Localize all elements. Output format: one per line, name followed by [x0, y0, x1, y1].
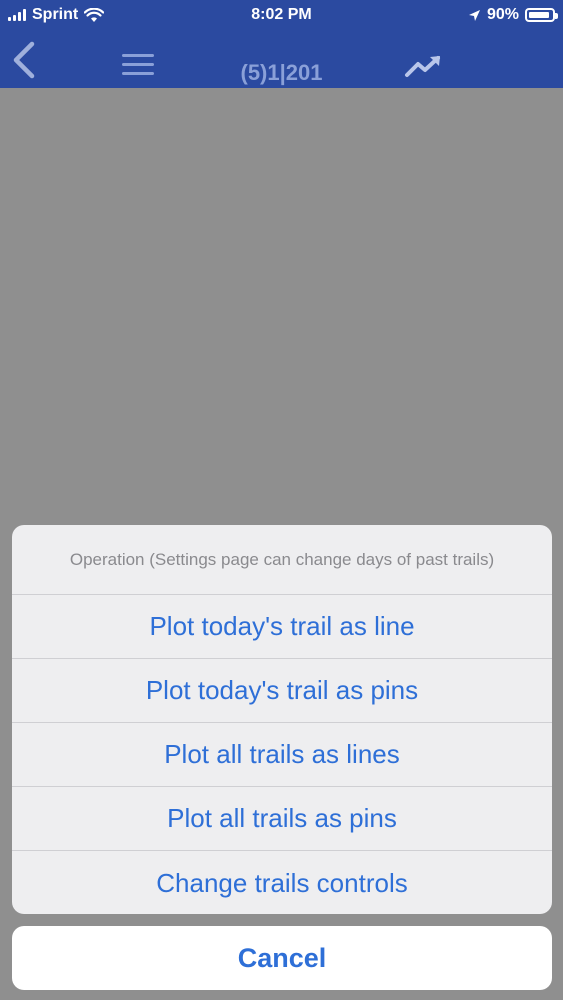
plot-today-trail-line-button[interactable]: Plot today's trail as line: [12, 595, 552, 659]
action-sheet: Operation (Settings page can change days…: [12, 525, 552, 914]
plot-today-trail-pins-button[interactable]: Plot today's trail as pins: [12, 659, 552, 723]
battery-percent: 90%: [486, 6, 519, 23]
plot-all-trails-pins-button[interactable]: Plot all trails as pins: [12, 787, 552, 851]
change-trails-controls-button[interactable]: Change trails controls: [12, 851, 552, 914]
cancel-button[interactable]: Cancel: [12, 926, 552, 990]
status-right: 90%: [468, 6, 558, 24]
plot-all-trails-lines-button[interactable]: Plot all trails as lines: [12, 723, 552, 787]
status-bar: Sprint 8:02 PM 90%: [0, 0, 563, 30]
nav-title: (5)1|201: [240, 60, 323, 85]
top-bar: Sprint 8:02 PM 90% (5)1|201: [0, 0, 563, 88]
battery-level: [529, 12, 549, 18]
nav-bar: (5)1|201: [0, 30, 563, 88]
action-sheet-header: Operation (Settings page can change days…: [12, 525, 552, 595]
screen: Sprint 8:02 PM 90% (5)1|201 Operation (S…: [0, 0, 563, 1000]
trending-up-icon[interactable]: [404, 52, 444, 80]
location-arrow-icon: [468, 9, 480, 21]
battery-icon: [525, 8, 558, 22]
